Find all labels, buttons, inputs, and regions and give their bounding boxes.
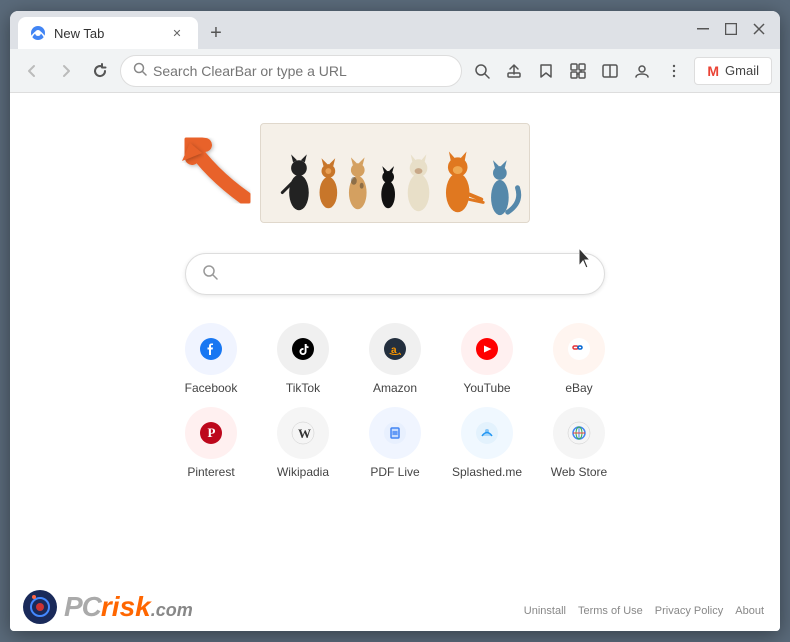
ebay-icon [553, 323, 605, 375]
pdflive-label: PDF Live [370, 465, 419, 479]
privacy-link[interactable]: Privacy Policy [655, 605, 723, 617]
shortcut-facebook[interactable]: Facebook [171, 323, 251, 395]
refresh-button[interactable] [86, 57, 114, 85]
window-controls [690, 19, 772, 39]
active-tab[interactable]: New Tab ✕ [18, 17, 198, 49]
search-nav-button[interactable] [468, 57, 496, 85]
gmail-label: Gmail [725, 63, 759, 78]
shortcut-wikipedia[interactable]: W Wikipadia [263, 407, 343, 479]
amazon-icon: a [369, 323, 421, 375]
uninstall-link[interactable]: Uninstall [524, 605, 566, 617]
maximize-button[interactable] [718, 19, 744, 39]
main-content: Facebook TikTok a Amazon YouTube [10, 93, 780, 631]
tiktok-icon [277, 323, 329, 375]
tiktok-label: TikTok [286, 381, 320, 395]
extensions-button[interactable] [564, 57, 592, 85]
svg-text:W: W [298, 426, 311, 441]
pcrisk-logo: PCrisk.com [22, 589, 193, 625]
splashed-icon [461, 407, 513, 459]
menu-button[interactable] [660, 57, 688, 85]
wikipedia-icon: W [277, 407, 329, 459]
footer-links: Uninstall Terms of Use Privacy Policy Ab… [524, 605, 764, 617]
share-button[interactable] [500, 57, 528, 85]
shortcut-splashed[interactable]: Splashed.me [447, 407, 527, 479]
browser-window: New Tab ✕ + [10, 11, 780, 631]
close-button[interactable] [746, 19, 772, 39]
webstore-label: Web Store [551, 465, 607, 479]
shortcuts-grid: Facebook TikTok a Amazon YouTube [145, 323, 645, 479]
svg-text:P: P [208, 425, 216, 440]
amazon-label: Amazon [373, 381, 417, 395]
ebay-label: eBay [565, 381, 592, 395]
tab-favicon [30, 25, 46, 41]
pinterest-label: Pinterest [187, 465, 234, 479]
title-bar: New Tab ✕ + [10, 11, 780, 49]
wikipedia-label: Wikipadia [277, 465, 329, 479]
splashed-label: Splashed.me [452, 465, 522, 479]
minimize-button[interactable] [690, 19, 716, 39]
pdflive-icon [369, 407, 421, 459]
pcrisk-text: PCrisk.com [64, 591, 193, 623]
search-icon [202, 264, 218, 285]
cats-image [260, 123, 530, 223]
shortcut-amazon[interactable]: a Amazon [355, 323, 435, 395]
split-screen-button[interactable] [596, 57, 624, 85]
new-tab-button[interactable]: + [202, 19, 230, 47]
address-bar[interactable] [120, 55, 462, 87]
arrow-annotation [170, 123, 260, 218]
nav-icon-group [468, 57, 688, 85]
shortcut-youtube[interactable]: YouTube [447, 323, 527, 395]
forward-button[interactable] [52, 57, 80, 85]
webstore-icon [553, 407, 605, 459]
shortcut-tiktok[interactable]: TikTok [263, 323, 343, 395]
shortcut-pinterest[interactable]: P Pinterest [171, 407, 251, 479]
address-search-icon [133, 62, 147, 79]
pcrisk-logo-icon [22, 589, 58, 625]
tab-title: New Tab [54, 26, 160, 41]
facebook-label: Facebook [185, 381, 238, 395]
search-bar[interactable] [185, 253, 605, 295]
gmail-button[interactable]: M Gmail [694, 57, 772, 85]
gmail-icon: M [707, 63, 719, 79]
terms-link[interactable]: Terms of Use [578, 605, 643, 617]
tab-close-button[interactable]: ✕ [168, 24, 186, 42]
shortcut-webstore[interactable]: Web Store [539, 407, 619, 479]
back-button[interactable] [18, 57, 46, 85]
pinterest-icon: P [185, 407, 237, 459]
shortcut-pdflive[interactable]: PDF Live [355, 407, 435, 479]
search-bar-wrapper [185, 253, 605, 295]
url-input[interactable] [153, 63, 449, 79]
about-link[interactable]: About [735, 605, 764, 617]
profile-button[interactable] [628, 57, 656, 85]
youtube-label: YouTube [463, 381, 510, 395]
main-search-input[interactable] [228, 266, 588, 283]
bookmark-button[interactable] [532, 57, 560, 85]
shortcut-ebay[interactable]: eBay [539, 323, 619, 395]
nav-bar: M Gmail [10, 49, 780, 93]
youtube-icon [461, 323, 513, 375]
footer: PCrisk.com Uninstall Terms of Use Privac… [10, 591, 780, 631]
facebook-icon [185, 323, 237, 375]
